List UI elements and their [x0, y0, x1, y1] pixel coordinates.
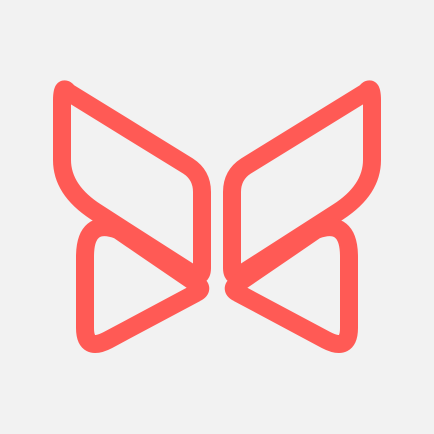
left-lower-wing — [76, 218, 210, 353]
right-lower-wing — [224, 218, 358, 353]
butterfly-logo-icon — [0, 0, 434, 434]
butterfly-logo-svg — [53, 80, 381, 353]
app-icon-canvas — [0, 0, 434, 434]
